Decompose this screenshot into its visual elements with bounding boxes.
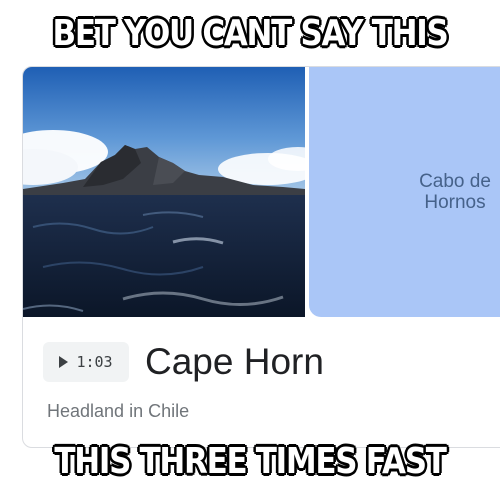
meme-top-text: BET YOU CANT SAY THIS xyxy=(52,13,449,54)
meme-bottom-text: THIS THREE TIMES FAST xyxy=(54,441,446,482)
play-icon xyxy=(59,356,69,368)
entity-subtitle: Headland in Chile xyxy=(47,401,190,421)
knowledge-panel-card: Cabo de Hornos 1:03 Cape Horn Headland i… xyxy=(22,66,500,448)
headland-photo[interactable] xyxy=(23,67,305,317)
location-map[interactable]: Cabo de Hornos xyxy=(309,67,500,317)
map-place-label: Cabo de Hornos xyxy=(419,171,491,213)
entity-title: Cape Horn xyxy=(145,341,324,382)
audio-duration: 1:03 xyxy=(76,353,113,371)
pronunciation-audio-button[interactable]: 1:03 xyxy=(43,342,129,382)
